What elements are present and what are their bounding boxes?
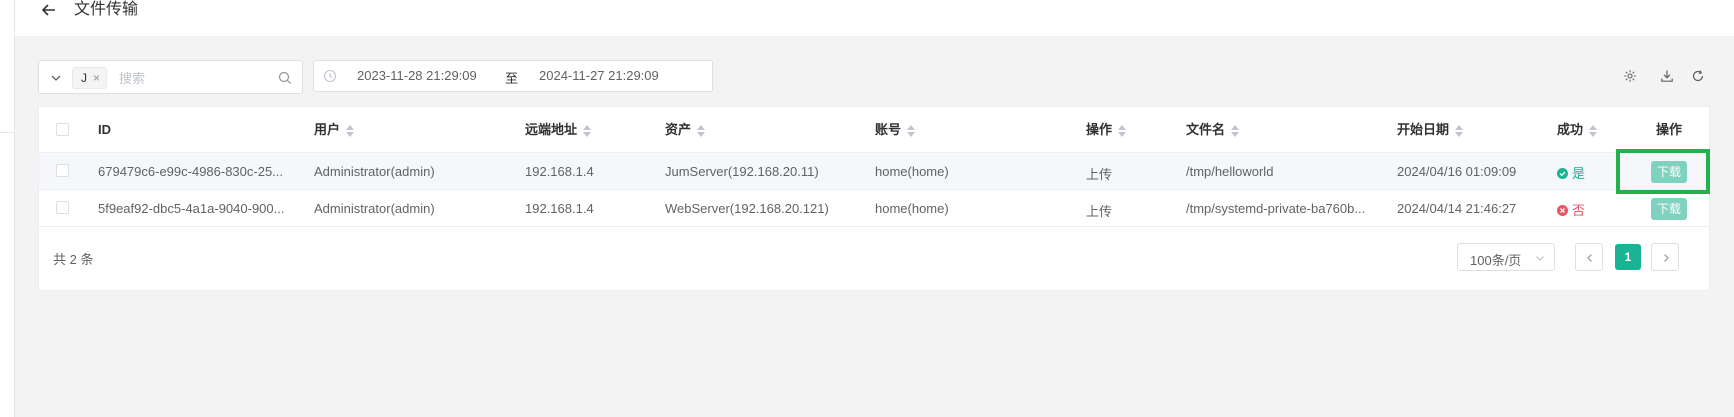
refresh-icon[interactable] [1691, 69, 1705, 83]
download-icon[interactable] [1660, 69, 1674, 83]
current-page[interactable]: 1 [1615, 244, 1641, 270]
column-actions: 操作 [1656, 122, 1683, 137]
cell-user: Administrator(admin) [314, 201, 435, 216]
cell-operate: 上传 [1086, 204, 1113, 219]
cell-id: 5f9eaf92-dbc5-4a1a-9040-900... [98, 201, 285, 216]
sort-icon[interactable] [583, 124, 592, 138]
cell-remote-addr: 192.168.1.4 [525, 164, 594, 179]
cell-date-start: 2024/04/14 21:46:27 [1397, 201, 1517, 216]
column-filename-label: 文件名 [1186, 122, 1226, 137]
clock-icon [323, 69, 337, 83]
column-id: ID [98, 122, 111, 137]
cell-account: home(home) [875, 164, 949, 179]
status-text: 否 [1572, 203, 1586, 218]
table-row[interactable]: 5f9eaf92-dbc5-4a1a-9040-900... Administr… [39, 190, 1709, 227]
cell-filename: /tmp/helloworld [1186, 164, 1274, 179]
filter-tag: J × [72, 67, 108, 89]
cell-id: 679479c6-e99c-4986-830c-25... [98, 164, 284, 179]
cell-filename: /tmp/systemd-private-ba760b... [1186, 201, 1366, 216]
cell-remote-addr: 192.168.1.4 [525, 201, 594, 216]
sort-icon[interactable] [1231, 124, 1240, 138]
sort-icon[interactable] [1589, 124, 1598, 138]
table-row[interactable]: 679479c6-e99c-4986-830c-25... Administra… [39, 153, 1709, 190]
cell-date-start: 2024/04/16 01:09:09 [1397, 164, 1517, 179]
column-date-start-label: 开始日期 [1397, 122, 1450, 137]
select-all-checkbox[interactable] [56, 123, 69, 136]
table-header: ID 用户 远端地址 资产 账号 操作 文件名 开始日期 成功 操作 [39, 107, 1709, 153]
column-asset[interactable]: 资产 [665, 121, 706, 139]
column-remote-addr-label: 远端地址 [525, 122, 578, 137]
column-success[interactable]: 成功 [1557, 121, 1598, 139]
tag-close-icon[interactable]: × [93, 71, 100, 85]
arrow-left-icon[interactable] [40, 1, 58, 19]
close-circle-icon [1557, 205, 1568, 216]
prev-page-button[interactable] [1575, 243, 1603, 271]
column-filename[interactable]: 文件名 [1186, 121, 1240, 139]
row-checkbox[interactable] [56, 201, 69, 214]
sort-icon[interactable] [1455, 124, 1464, 138]
chevron-right-icon [1664, 254, 1669, 262]
cell-user: Administrator(admin) [314, 164, 435, 179]
status-text: 是 [1572, 166, 1586, 181]
download-button[interactable]: 下载 [1651, 198, 1687, 220]
chevron-left-icon [1587, 254, 1592, 262]
cell-account: home(home) [875, 201, 949, 216]
column-user[interactable]: 用户 [314, 121, 355, 139]
chevron-down-icon[interactable] [49, 71, 63, 85]
search-icon[interactable] [278, 71, 292, 85]
total-count: 共 2 条 [53, 252, 94, 267]
next-page-button[interactable] [1651, 243, 1679, 271]
cell-asset: WebServer(192.168.20.121) [665, 201, 829, 216]
filter-tag-label: J [81, 71, 87, 85]
column-operate[interactable]: 操作 [1086, 121, 1127, 139]
date-separator: 至 [505, 71, 519, 86]
status-badge: 否 [1557, 200, 1585, 219]
gear-icon[interactable] [1623, 69, 1637, 83]
cell-operate: 上传 [1086, 167, 1113, 182]
sort-icon[interactable] [346, 124, 355, 138]
column-user-label: 用户 [314, 122, 341, 137]
column-date-start[interactable]: 开始日期 [1397, 121, 1464, 139]
sort-icon[interactable] [697, 124, 706, 138]
sort-icon[interactable] [907, 124, 916, 138]
column-operate-label: 操作 [1086, 122, 1113, 137]
column-remote-addr[interactable]: 远端地址 [525, 121, 592, 139]
date-end[interactable]: 2024-11-27 21:29:09 [539, 68, 659, 83]
date-start[interactable]: 2023-11-28 21:29:09 [357, 68, 477, 83]
page-title: 文件传输 [74, 1, 139, 18]
side-divider [0, 132, 15, 133]
column-account-label: 账号 [875, 122, 902, 137]
sort-icon[interactable] [1118, 124, 1127, 138]
column-success-label: 成功 [1557, 122, 1584, 137]
search-input[interactable] [119, 68, 269, 88]
status-badge: 是 [1557, 163, 1585, 182]
page-header: 文件传输 [15, 0, 1734, 36]
chevron-down-icon [1536, 256, 1544, 261]
page-size-value: 100条/页 [1470, 253, 1522, 268]
check-circle-icon [1557, 168, 1568, 179]
date-range-picker[interactable]: 2023-11-28 21:29:09 至 2024-11-27 21:29:0… [313, 60, 713, 92]
cell-asset: JumServer(192.168.20.11) [665, 164, 819, 179]
side-strip [0, 0, 15, 417]
row-checkbox[interactable] [56, 164, 69, 177]
search-filter[interactable]: J × [38, 60, 303, 94]
column-asset-label: 资产 [665, 122, 692, 137]
page-size-select[interactable]: 100条/页 [1457, 243, 1555, 271]
column-account[interactable]: 账号 [875, 121, 916, 139]
download-button[interactable]: 下载 [1651, 161, 1687, 183]
